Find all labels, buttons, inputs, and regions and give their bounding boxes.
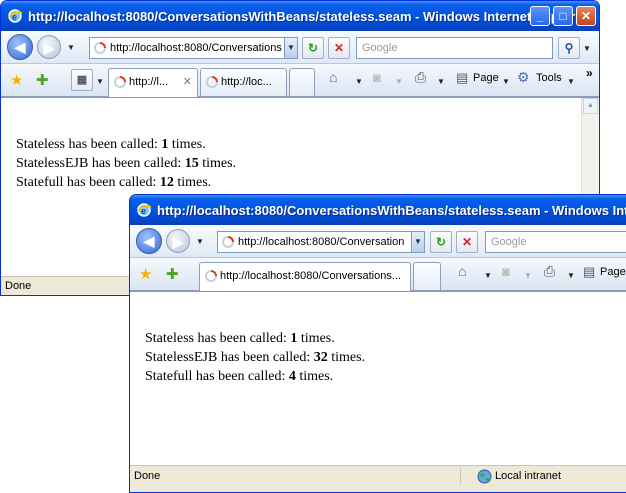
print-dropdown-icon[interactable]: ▼ — [437, 77, 445, 86]
address-bar[interactable]: http://localhost:8080/Conversations — [89, 37, 285, 59]
feeds-dropdown-icon[interactable]: ▼ — [524, 271, 532, 280]
search-go-icon[interactable]: ⚲ — [558, 37, 580, 59]
status-bar: Done Local intranet — [130, 465, 626, 492]
back-icon[interactable]: ◀ — [7, 34, 33, 60]
page-loading-icon — [206, 76, 218, 88]
message-stateless-ejb: StatelessEJB has been called: 32 times. — [145, 350, 366, 365]
home-icon[interactable]: ⌂ — [458, 263, 466, 279]
message-statefull: Statefull has been called: 12 times. — [16, 175, 212, 190]
new-tab-button[interactable] — [413, 262, 441, 290]
feeds-icon[interactable]: ◙ — [502, 264, 510, 279]
tools-dropdown-icon[interactable]: ▼ — [567, 77, 575, 86]
favorites-star-icon[interactable]: ★ — [10, 71, 23, 89]
page-dropdown-icon[interactable]: ▼ — [502, 77, 510, 86]
search-options-icon[interactable]: ▼ — [583, 44, 591, 53]
tab-label: http://localhost:8080/Conversations... — [220, 270, 401, 282]
tab-active[interactable]: http://localhost:8080/Conversations... — [199, 262, 411, 291]
stop-icon[interactable]: ✕ — [456, 231, 478, 253]
page-loading-icon — [94, 42, 106, 54]
print-dropdown-icon[interactable]: ▼ — [567, 271, 575, 280]
forward-icon[interactable]: ▶ — [37, 35, 61, 59]
home-icon[interactable]: ⌂ — [329, 69, 337, 85]
favorites-star-icon[interactable]: ★ — [139, 265, 152, 283]
chevron-more-icon[interactable]: » — [586, 66, 593, 80]
tab-toolbar: ★ ✚ http://localhost:8080/Conversations.… — [130, 258, 626, 291]
recent-pages-dropdown-icon[interactable]: ▼ — [196, 237, 204, 246]
tab-list-dropdown-icon[interactable]: ▼ — [96, 77, 104, 86]
title-bar[interactable]: e http://localhost:8080/ConversationsWit… — [1, 1, 599, 31]
tab-label: http://l... — [129, 76, 169, 88]
address-dropdown-icon[interactable]: ▼ — [411, 231, 425, 253]
back-icon[interactable]: ◀ — [136, 228, 162, 254]
svg-text:e: e — [141, 206, 146, 216]
refresh-icon[interactable]: ↻ — [430, 231, 452, 253]
forward-icon[interactable]: ▶ — [166, 229, 190, 253]
print-icon[interactable]: ⎙ — [415, 69, 426, 86]
add-favorites-icon[interactable]: ✚ — [36, 71, 49, 89]
tools-menu[interactable]: Tools — [536, 72, 562, 84]
page-menu[interactable]: Page — [473, 72, 499, 84]
navigation-bar: ◀ ▶ ▼ http://localhost:8080/Conversation… — [1, 31, 599, 64]
quick-tabs-icon[interactable]: ▦ — [71, 69, 93, 91]
search-input[interactable]: Google — [356, 37, 553, 59]
page-loading-icon — [222, 236, 234, 248]
stop-icon[interactable]: ✕ — [328, 37, 350, 59]
zone-label: Local intranet — [495, 470, 562, 482]
status-text: Done — [5, 280, 32, 292]
refresh-icon[interactable]: ↻ — [302, 37, 324, 59]
globe-icon — [477, 469, 492, 484]
home-dropdown-icon[interactable]: ▼ — [484, 271, 492, 280]
tab-second[interactable]: http://loc... — [200, 68, 287, 96]
recent-pages-dropdown-icon[interactable]: ▼ — [67, 43, 75, 52]
status-text: Done — [134, 470, 161, 482]
title-bar[interactable]: e http://localhost:8080/ConversationsWit… — [130, 195, 626, 225]
call-messages: Stateless has been called: 1 times. Stat… — [16, 135, 236, 192]
tab-active[interactable]: http://l... ✕ — [108, 68, 198, 97]
address-bar[interactable]: http://localhost:8080/Conversation — [217, 231, 413, 253]
tab-close-icon[interactable]: ✕ — [183, 69, 192, 95]
call-messages: Stateless has been called: 1 times. Stat… — [145, 329, 365, 386]
page-loading-icon — [205, 270, 217, 282]
tab-toolbar: ★ ✚ ▦ ▼ http://l... ✕ http://loc... ⌂ ▼ … — [1, 64, 599, 97]
status-divider — [460, 468, 461, 484]
address-dropdown-icon[interactable]: ▼ — [284, 37, 298, 59]
message-stateless-ejb: StatelessEJB has been called: 15 times. — [16, 156, 237, 171]
scroll-up-icon[interactable]: ▲ — [583, 98, 598, 114]
new-tab-button[interactable] — [289, 68, 315, 96]
close-icon[interactable]: ✕ — [576, 6, 596, 26]
maximize-icon[interactable]: □ — [553, 6, 573, 26]
window-title: http://localhost:8080/ConversationsWithB… — [28, 9, 588, 24]
feeds-icon[interactable]: ◙ — [373, 70, 381, 85]
message-stateless: Stateless has been called: 1 times. — [16, 137, 206, 152]
navigation-bar: ◀ ▶ ▼ http://localhost:8080/Conversation… — [130, 225, 626, 258]
tools-gear-icon[interactable]: ⚙ — [517, 69, 530, 86]
ie-logo-icon: e — [137, 203, 152, 217]
tab-label: http://loc... — [221, 76, 272, 88]
svg-text:e: e — [12, 12, 17, 22]
message-stateless: Stateless has been called: 1 times. — [145, 331, 335, 346]
window-title: http://localhost:8080/ConversationsWithB… — [157, 203, 626, 218]
message-statefull: Statefull has been called: 4 times. — [145, 369, 334, 384]
address-text: http://localhost:8080/Conversations — [110, 42, 282, 54]
minimize-icon[interactable]: _ — [530, 6, 550, 26]
page-loading-icon — [114, 76, 126, 88]
add-favorites-icon[interactable]: ✚ — [166, 265, 179, 283]
search-input[interactable]: Google — [485, 231, 626, 253]
feeds-dropdown-icon[interactable]: ▼ — [395, 77, 403, 86]
browser-window-front[interactable]: e http://localhost:8080/ConversationsWit… — [129, 194, 626, 493]
address-text: http://localhost:8080/Conversation — [238, 236, 405, 248]
ie-logo-icon: e — [8, 9, 23, 23]
page-menu[interactable]: Page — [600, 266, 626, 278]
print-icon[interactable]: ⎙ — [544, 263, 555, 280]
home-dropdown-icon[interactable]: ▼ — [355, 77, 363, 86]
page-content: Stateless has been called: 1 times. Stat… — [130, 291, 626, 465]
page-icon[interactable]: ▤ — [456, 70, 468, 86]
page-icon[interactable]: ▤ — [583, 264, 595, 280]
